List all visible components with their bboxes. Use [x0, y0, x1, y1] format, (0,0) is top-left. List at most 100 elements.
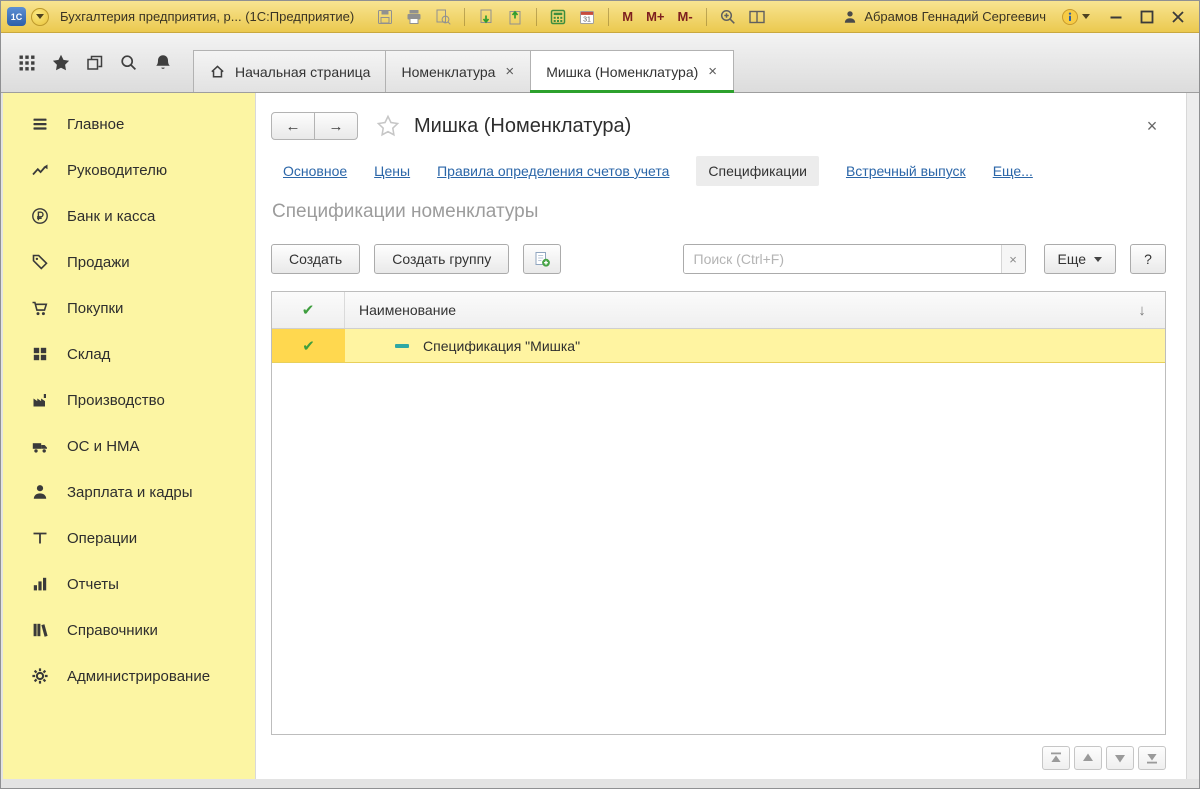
save-button[interactable] — [373, 5, 397, 29]
help-button[interactable]: ? — [1130, 244, 1166, 274]
calculator-button[interactable] — [546, 5, 570, 29]
sidebar-item-main[interactable]: Главное — [3, 101, 255, 147]
sidebar-item-operations[interactable]: Операции — [3, 515, 255, 561]
separator — [706, 8, 707, 26]
minimize-button[interactable] — [1103, 6, 1129, 28]
create-button[interactable]: Создать — [271, 244, 360, 274]
sidebar-item-salary-hr[interactable]: Зарплата и кадры — [3, 469, 255, 515]
back-button[interactable]: ← — [271, 112, 315, 140]
favorite-star-icon[interactable] — [376, 114, 400, 138]
sidebar-item-administration[interactable]: Администрирование — [3, 653, 255, 699]
history-button[interactable] — [81, 49, 109, 77]
row-active-cell: ✔ — [272, 329, 345, 362]
form-close-button[interactable]: × — [1138, 116, 1166, 137]
search-clear-button[interactable]: × — [1001, 245, 1025, 273]
name-column-header[interactable]: Наименование — [345, 292, 1119, 328]
navlink-specifications[interactable]: Спецификации — [696, 156, 819, 186]
trend-chart-icon — [30, 161, 50, 179]
search-box: × — [683, 244, 1026, 274]
go-to-last-button[interactable] — [1138, 746, 1166, 770]
sidebar-item-label: Главное — [67, 116, 124, 133]
user-menu[interactable]: Абрамов Геннадий Сергеевич — [842, 9, 1046, 25]
memory-plus-button[interactable]: M+ — [642, 9, 668, 24]
person-icon — [30, 483, 50, 501]
sidebar-item-label: Отчеты — [67, 576, 119, 593]
create-group-icon-button[interactable] — [523, 244, 561, 274]
new-document-plus-icon — [533, 250, 551, 268]
arrow-to-bottom-icon — [1143, 749, 1161, 767]
notifications-button[interactable] — [149, 49, 177, 77]
split-window-button[interactable] — [745, 5, 769, 29]
app-logo-icon: 1С — [7, 7, 26, 26]
sidebar-item-label: Руководителю — [67, 162, 167, 179]
sort-indicator[interactable]: ↓ — [1119, 292, 1165, 328]
tab-close-icon[interactable]: × — [504, 64, 515, 79]
active-column-header[interactable]: ✔ — [272, 292, 345, 328]
app-window: 1С Бухгалтерия предприятия, р... (1С:Пре… — [0, 0, 1200, 789]
global-search-button[interactable] — [115, 49, 143, 77]
move-up-button[interactable] — [1074, 746, 1102, 770]
sidebar-item-directories[interactable]: Справочники — [3, 607, 255, 653]
tab-close-icon[interactable]: × — [707, 64, 718, 79]
more-button-label: Еще — [1058, 251, 1087, 267]
close-window-button[interactable] — [1165, 6, 1191, 28]
history-nav: ← → — [271, 112, 358, 140]
print-button[interactable] — [402, 5, 426, 29]
table-row[interactable]: ✔ Спецификация "Мишка" — [272, 329, 1165, 363]
go-to-first-button[interactable] — [1042, 746, 1070, 770]
arrow-up-icon — [1079, 749, 1097, 767]
sidebar-item-bank-cash[interactable]: Банк и касса — [3, 193, 255, 239]
navlink-counter-output[interactable]: Встречный выпуск — [846, 163, 966, 179]
column-title: Наименование — [359, 302, 456, 318]
save-to-file-button[interactable] — [474, 5, 498, 29]
sidebar-item-fixed-assets[interactable]: ОС и НМА — [3, 423, 255, 469]
apps-grid-icon — [17, 53, 37, 73]
navlink-prices[interactable]: Цены — [374, 163, 410, 179]
create-group-button[interactable]: Создать группу — [374, 244, 509, 274]
navlink-account-rules[interactable]: Правила определения счетов учета — [437, 163, 669, 179]
chevron-down-icon — [36, 14, 44, 19]
table-empty-area — [272, 363, 1165, 734]
navlink-main[interactable]: Основное — [283, 163, 347, 179]
forward-button[interactable]: → — [314, 112, 358, 140]
zoom-button[interactable] — [716, 5, 740, 29]
info-menu-button[interactable] — [1061, 8, 1090, 26]
favorites-button[interactable] — [47, 49, 75, 77]
close-icon — [1169, 8, 1187, 26]
specification-item-icon — [395, 344, 409, 348]
search-input[interactable] — [684, 245, 1001, 273]
arrow-to-top-icon — [1047, 749, 1065, 767]
sidebar-item-sales[interactable]: Продажи — [3, 239, 255, 285]
more-button[interactable]: Еще — [1044, 244, 1117, 274]
tab-home[interactable]: Начальная страница — [193, 50, 386, 92]
move-down-button[interactable] — [1106, 746, 1134, 770]
tab-nomenclature[interactable]: Номенклатура × — [385, 50, 531, 92]
send-button[interactable] — [503, 5, 527, 29]
tab-mishka-nomenclature[interactable]: Мишка (Номенклатура) × — [530, 50, 734, 92]
sidebar-item-warehouse[interactable]: Склад — [3, 331, 255, 377]
tab-bar: Начальная страница Номенклатура × Мишка … — [1, 33, 1199, 93]
print-preview-button[interactable] — [431, 5, 455, 29]
table-header: ✔ Наименование ↓ — [272, 292, 1165, 329]
price-tag-icon — [30, 253, 50, 271]
window-title: Бухгалтерия предприятия, р... (1С:Предпр… — [60, 9, 354, 24]
maximize-button[interactable] — [1134, 6, 1160, 28]
form-nav-links: Основное Цены Правила определения счетов… — [283, 155, 1166, 187]
title-bar: 1С Бухгалтерия предприятия, р... (1С:Пре… — [1, 1, 1199, 33]
apps-grid-button[interactable] — [13, 49, 41, 77]
memory-recall-button[interactable]: M — [618, 9, 637, 24]
form-area: ← → Мишка (Номенклатура) × Основное Цены… — [255, 93, 1186, 779]
sidebar-item-reports[interactable]: Отчеты — [3, 561, 255, 607]
split-view-icon — [748, 8, 766, 26]
navlink-more[interactable]: Еще... — [993, 163, 1033, 179]
memory-minus-button[interactable]: M- — [674, 9, 697, 24]
main-menu-button[interactable] — [31, 8, 49, 26]
quick-access-icons — [13, 33, 193, 92]
sidebar-item-manager[interactable]: Руководителю — [3, 147, 255, 193]
sidebar-item-production[interactable]: Производство — [3, 377, 255, 423]
sections-panel: Главное Руководителю Банк и касса Продаж… — [3, 93, 255, 779]
sidebar-item-label: Покупки — [67, 300, 123, 317]
sidebar-item-purchases[interactable]: Покупки — [3, 285, 255, 331]
calendar-button[interactable]: 31 — [575, 5, 599, 29]
sidebar-item-label: Администрирование — [67, 668, 210, 685]
